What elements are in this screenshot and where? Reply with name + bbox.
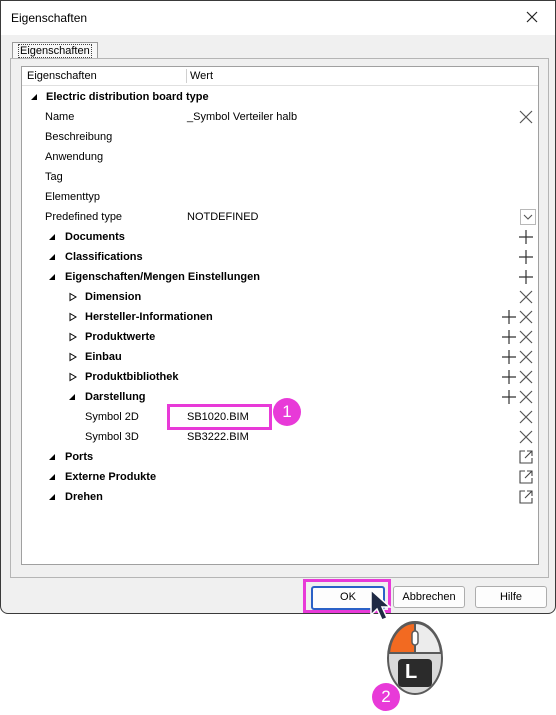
property-label: Symbol 2D (85, 411, 139, 423)
add-plus-icon[interactable] (518, 249, 534, 265)
window-title: Eigenschaften (11, 11, 88, 25)
add-plus-icon[interactable] (501, 349, 517, 365)
expand-triangle-icon[interactable] (68, 352, 78, 362)
group-label: Documents (65, 231, 125, 243)
delete-x-icon[interactable] (518, 429, 534, 445)
delete-x-icon[interactable] (518, 389, 534, 405)
delete-x-icon[interactable] (518, 349, 534, 365)
expand-triangle-icon[interactable] (68, 312, 78, 322)
add-plus-icon[interactable] (501, 309, 517, 325)
delete-x-icon[interactable] (518, 329, 534, 345)
help-button[interactable]: Hilfe (475, 586, 547, 608)
group-label: Produktbibliothek (85, 371, 179, 383)
group-label: Ports (65, 451, 94, 463)
collapse-triangle-icon[interactable] (30, 92, 40, 102)
group-label: Classifications (65, 251, 143, 263)
group-row-eigenschaften-mengen[interactable]: Eigenschaften/Mengen Einstellungen (22, 267, 538, 287)
group-label: Externe Produkte (65, 471, 157, 483)
group-row-classifications[interactable]: Classifications (22, 247, 538, 267)
external-link-icon[interactable] (518, 449, 534, 465)
group-label: Dimension (85, 291, 142, 303)
group-row-hersteller-informationen[interactable]: Hersteller-Informationen (22, 307, 538, 327)
property-row-anwendung[interactable]: Anwendung (22, 147, 538, 167)
column-header-property: Eigenschaften (27, 70, 97, 82)
property-row-predefined-type[interactable]: Predefined type NOTDEFINED (22, 207, 538, 227)
delete-x-icon[interactable] (518, 369, 534, 385)
group-label: Produktwerte (85, 331, 156, 343)
property-label: Name (45, 111, 75, 123)
collapse-triangle-icon[interactable] (48, 472, 58, 482)
property-row-beschreibung[interactable]: Beschreibung (22, 127, 538, 147)
group-label: Hersteller-Informationen (85, 311, 213, 323)
property-label: Anwendung (45, 151, 104, 163)
group-label: Einbau (85, 351, 122, 363)
group-label: Drehen (65, 491, 103, 503)
title-bar: Eigenschaften (1, 1, 555, 35)
property-value[interactable]: NOTDEFINED (187, 211, 259, 223)
delete-x-icon[interactable] (518, 409, 534, 425)
property-value[interactable]: SB3222.BIM (187, 431, 249, 443)
delete-x-icon[interactable] (518, 309, 534, 325)
property-row-tag[interactable]: Tag (22, 167, 538, 187)
property-label: Elementtyp (45, 191, 101, 203)
property-grid: Eigenschaften Wert Electric distribution… (21, 66, 539, 565)
mouse-button-letter: L (405, 661, 418, 683)
collapse-triangle-icon[interactable] (48, 252, 58, 262)
tab-eigenschaften[interactable]: Eigenschaften (12, 42, 98, 59)
group-row-produktbibliothek[interactable]: Produktbibliothek (22, 367, 538, 387)
group-row-externe-produkte[interactable]: Externe Produkte (22, 467, 538, 487)
grid-header: Eigenschaften Wert (22, 67, 538, 86)
group-row-produktwerte[interactable]: Produktwerte (22, 327, 538, 347)
property-row-symbol-3d[interactable]: Symbol 3D SB3222.BIM (22, 427, 538, 447)
expand-triangle-icon[interactable] (68, 292, 78, 302)
group-title: Electric distribution board type (46, 91, 209, 103)
delete-x-icon[interactable] (518, 109, 534, 125)
property-value[interactable]: SB1020.BIM (187, 411, 249, 423)
property-value[interactable]: _Symbol Verteiler halb (187, 111, 297, 123)
group-row-ports[interactable]: Ports (22, 447, 538, 467)
tab-label: Eigenschaften (18, 44, 92, 58)
collapse-triangle-icon[interactable] (48, 272, 58, 282)
add-plus-icon[interactable] (501, 329, 517, 345)
group-row-electric-distribution-board-type[interactable]: Electric distribution board type (22, 87, 538, 107)
external-link-icon[interactable] (518, 489, 534, 505)
collapse-triangle-icon[interactable] (48, 452, 58, 462)
dropdown-button[interactable] (520, 209, 536, 225)
property-label: Tag (45, 171, 63, 183)
add-plus-icon[interactable] (518, 269, 534, 285)
add-plus-icon[interactable] (518, 229, 534, 245)
delete-x-icon[interactable] (518, 289, 534, 305)
property-label: Predefined type (45, 211, 123, 223)
properties-dialog: Eigenschaften Eigenschaften Eigenschafte… (0, 0, 556, 614)
tab-panel: Eigenschaften Wert Electric distribution… (10, 58, 549, 578)
collapse-triangle-icon[interactable] (48, 492, 58, 502)
step-badge-2: 2 (372, 683, 400, 711)
group-row-dimension[interactable]: Dimension (22, 287, 538, 307)
property-label: Beschreibung (45, 131, 113, 143)
collapse-triangle-icon[interactable] (48, 232, 58, 242)
group-label: Eigenschaften/Mengen Einstellungen (65, 271, 260, 283)
column-separator[interactable] (186, 69, 187, 83)
property-row-elementtyp[interactable]: Elementtyp (22, 187, 538, 207)
property-label: Symbol 3D (85, 431, 139, 443)
cancel-button[interactable]: Abbrechen (393, 586, 465, 608)
group-row-documents[interactable]: Documents (22, 227, 538, 247)
group-label: Darstellung (85, 391, 146, 403)
add-plus-icon[interactable] (501, 389, 517, 405)
add-plus-icon[interactable] (501, 369, 517, 385)
expand-triangle-icon[interactable] (68, 332, 78, 342)
property-row-name[interactable]: Name _Symbol Verteiler halb (22, 107, 538, 127)
close-icon[interactable] (522, 7, 542, 27)
column-header-value: Wert (190, 70, 214, 82)
external-link-icon[interactable] (518, 469, 534, 485)
group-row-drehen[interactable]: Drehen (22, 487, 538, 507)
step-badge-1: 1 (273, 398, 301, 426)
expand-triangle-icon[interactable] (68, 372, 78, 382)
collapse-triangle-icon[interactable] (68, 392, 78, 402)
chevron-down-icon (523, 214, 533, 220)
group-row-einbau[interactable]: Einbau (22, 347, 538, 367)
